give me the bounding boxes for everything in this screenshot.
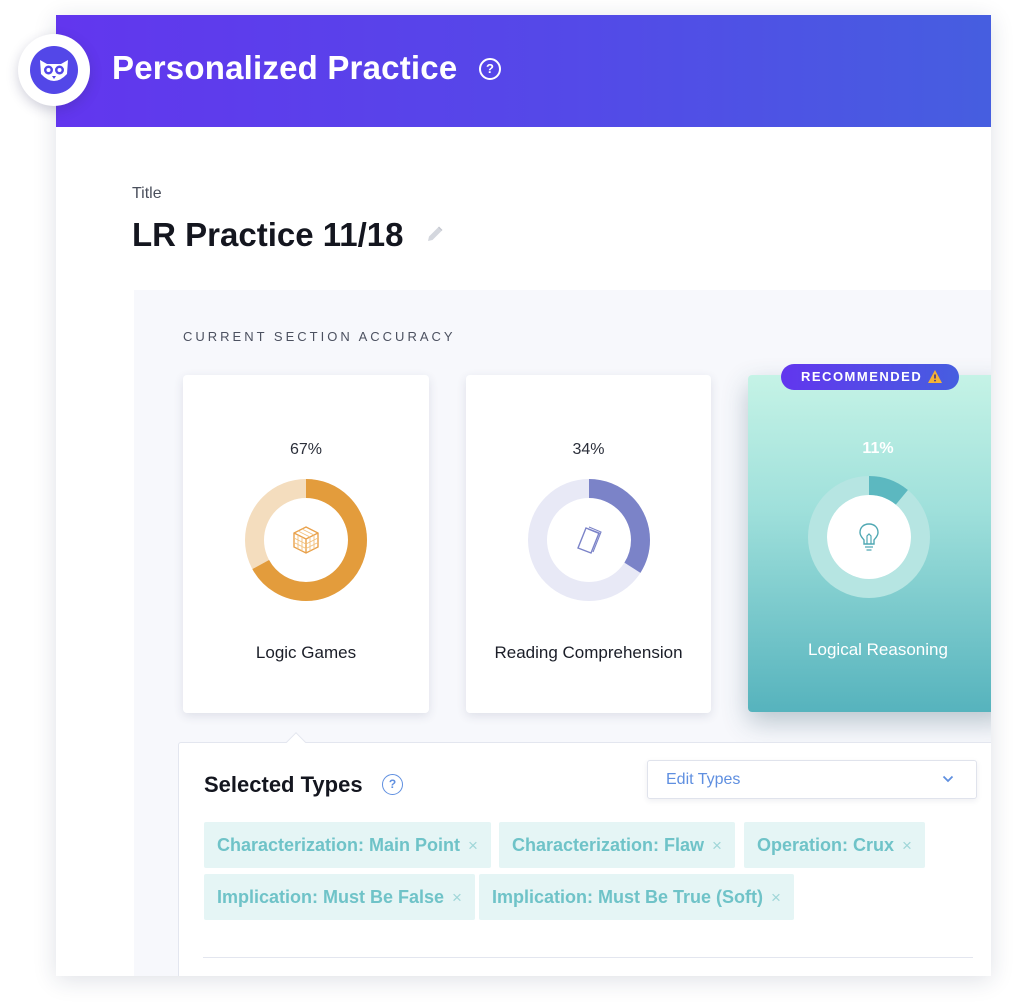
pencil-icon[interactable] bbox=[425, 224, 445, 244]
edit-types-dropdown[interactable]: Edit Types bbox=[647, 760, 977, 799]
type-chip: Characterization: Main Point × bbox=[204, 822, 491, 868]
accuracy-panel: CURRENT SECTION ACCURACY 67% Logic Games… bbox=[134, 290, 991, 976]
chip-label: Characterization: Main Point bbox=[217, 835, 461, 855]
card-percent: 34% bbox=[572, 441, 605, 458]
panel-caret bbox=[286, 732, 306, 752]
chip-label: Implication: Must Be False bbox=[217, 887, 445, 907]
owl-logo-icon bbox=[30, 46, 78, 94]
accuracy-donut bbox=[245, 479, 367, 601]
book-icon bbox=[577, 526, 602, 554]
section-accuracy-label: CURRENT SECTION ACCURACY bbox=[183, 329, 456, 344]
chevron-down-icon bbox=[942, 775, 954, 783]
warning-icon bbox=[928, 370, 942, 383]
section-card-logical-reasoning[interactable]: 11% Logical Reasoning bbox=[748, 375, 991, 712]
selected-types-title: Selected Types bbox=[204, 772, 363, 797]
card-percent: 67% bbox=[289, 441, 323, 458]
title-field-label: Title bbox=[132, 185, 162, 202]
remove-chip-icon[interactable]: × bbox=[902, 836, 912, 855]
selected-types-panel: Selected Types ? Edit Types Characteriza… bbox=[178, 732, 991, 976]
help-icon[interactable]: ? bbox=[479, 58, 501, 80]
chip-label: Characterization: Flaw bbox=[512, 835, 705, 855]
divider bbox=[203, 957, 973, 958]
remove-chip-icon[interactable]: × bbox=[452, 888, 462, 907]
section-card-reading-comprehension[interactable]: 34% Reading Comprehension bbox=[466, 375, 711, 713]
accuracy-donut bbox=[528, 479, 650, 601]
app-window: Personalized Practice ? Title LR Practic… bbox=[56, 15, 991, 976]
card-section-name: Logical Reasoning bbox=[808, 640, 948, 659]
card-percent: 11% bbox=[862, 440, 894, 457]
section-card-logic-games[interactable]: 67% Logic Games bbox=[183, 375, 429, 713]
owl-logo[interactable] bbox=[18, 34, 90, 106]
app-header: Personalized Practice ? bbox=[56, 15, 991, 127]
recommended-badge: RECOMMENDED bbox=[781, 364, 959, 390]
type-chip: Implication: Must Be True (Soft) × bbox=[479, 874, 794, 920]
type-chip: Operation: Crux × bbox=[744, 822, 925, 868]
accuracy-donut bbox=[808, 476, 930, 598]
chip-label: Operation: Crux bbox=[757, 835, 895, 855]
page-header-title: Personalized Practice bbox=[112, 49, 458, 86]
remove-chip-icon[interactable]: × bbox=[712, 836, 722, 855]
card-section-name: Reading Comprehension bbox=[494, 643, 683, 662]
help-icon[interactable]: ? bbox=[382, 774, 403, 795]
card-section-name: Logic Games bbox=[255, 643, 357, 662]
type-chip: Characterization: Flaw × bbox=[499, 822, 735, 868]
remove-chip-icon[interactable]: × bbox=[771, 888, 781, 907]
type-chip: Implication: Must Be False × bbox=[204, 874, 475, 920]
recommended-label: RECOMMENDED bbox=[801, 369, 923, 384]
chip-label: Implication: Must Be True (Soft) bbox=[492, 887, 764, 907]
practice-title: LR Practice 11/18 bbox=[132, 216, 404, 253]
edit-types-label: Edit Types bbox=[666, 771, 741, 788]
remove-chip-icon[interactable]: × bbox=[468, 836, 478, 855]
cube-icon bbox=[293, 526, 319, 554]
